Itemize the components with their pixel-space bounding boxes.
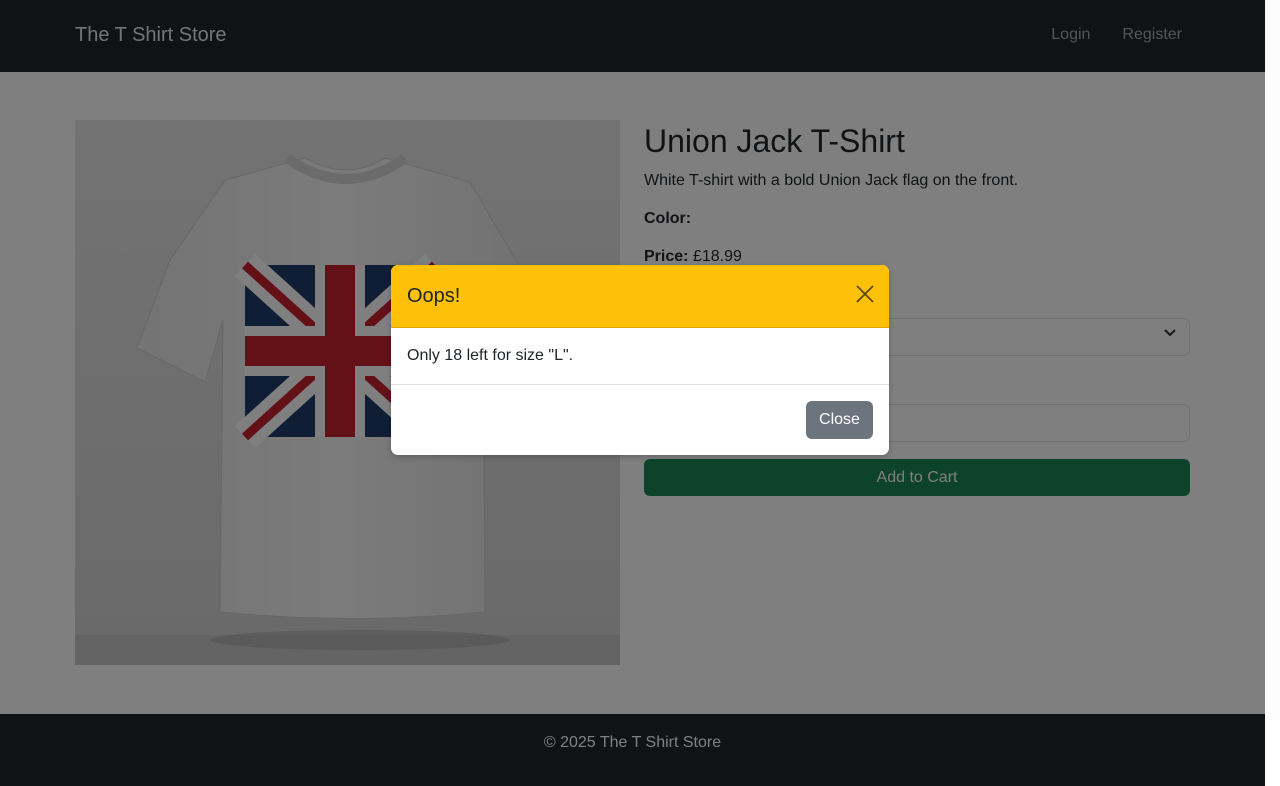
scrollbar-track[interactable] [1265, 0, 1280, 720]
modal-message: Only 18 left for size "L". [407, 347, 574, 364]
modal-title: Oops! [407, 285, 461, 307]
modal-divider [391, 384, 889, 385]
page: The T Shirt Store Login Register [0, 0, 1280, 786]
modal-header: Oops! [391, 265, 889, 328]
close-icon[interactable] [855, 284, 875, 304]
close-button[interactable]: Close [806, 401, 873, 439]
alert-modal: Oops! Only 18 left for size "L". Close [391, 265, 889, 455]
